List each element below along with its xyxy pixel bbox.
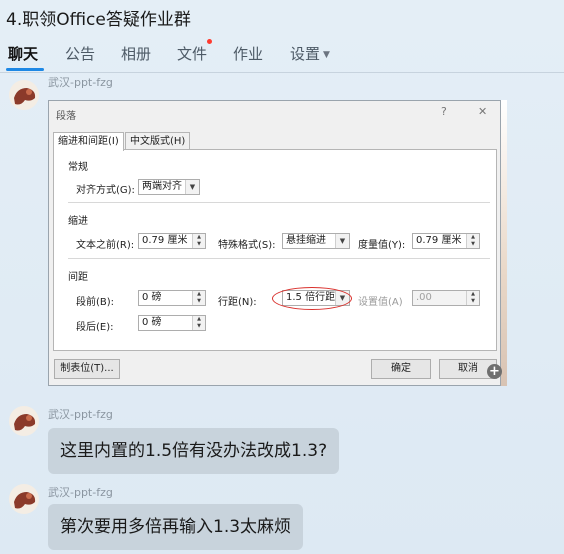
tab-chat[interactable]: 聊天 xyxy=(8,43,38,64)
at-value: .00 xyxy=(416,292,432,303)
message-bubble[interactable]: 第次要用多倍再输入1.3太麻烦 xyxy=(48,504,304,550)
before-text-label: 文本之前(R): xyxy=(76,240,135,251)
before-text-input: 0.79 厘米 ▲ ▼ xyxy=(138,233,206,249)
spin-arrows-icon: ▲ ▼ xyxy=(192,316,205,330)
tab-settings[interactable]: 设置 ▼ xyxy=(290,43,330,64)
tab-album[interactable]: 相册 xyxy=(121,43,151,64)
active-tab-indicator xyxy=(6,68,44,71)
tab-announcements[interactable]: 公告 xyxy=(65,43,95,64)
tab-homework[interactable]: 作业 xyxy=(233,43,263,64)
ok-button: 确定 xyxy=(371,359,431,379)
message-bubble[interactable]: 这里内置的1.5倍有没办法改成1.3? xyxy=(48,428,340,474)
tabs-button: 制表位(T)... xyxy=(54,359,120,379)
alignment-select: 两端对齐 ▼ xyxy=(138,179,200,195)
dialog-title: 段落 xyxy=(56,111,76,122)
chevron-down-icon: ▼ xyxy=(323,50,330,60)
line-spacing-label: 行距(N): xyxy=(218,297,257,308)
space-after-label: 段后(E): xyxy=(76,322,114,333)
divider xyxy=(68,202,490,203)
group-title: 4.职领Office答疑作业群 xyxy=(6,10,191,30)
image-message[interactable]: 段落 ? ✕ 缩进和间距(I) 中文版式(H) 常规 对齐方式(G): 两端对齐… xyxy=(48,100,507,386)
special-value: 悬挂缩进 xyxy=(286,235,326,246)
help-icon: ? xyxy=(441,105,447,118)
tab-asian-typography: 中文版式(H) xyxy=(125,132,191,150)
tab-indent-spacing: 缩进和间距(I) xyxy=(53,132,124,151)
dialog-panel: 常规 对齐方式(G): 两端对齐 ▼ 缩进 文本之前(R): 0.79 厘米 ▲… xyxy=(53,149,497,351)
tab-bar: 聊天 公告 相册 文件 作业 设置 ▼ xyxy=(0,39,564,73)
spin-arrows-icon: ▲ ▼ xyxy=(466,234,479,248)
space-before-input: 0 磅 ▲ ▼ xyxy=(138,290,206,306)
space-after-input: 0 磅 ▲ ▼ xyxy=(138,315,206,331)
avatar-image xyxy=(14,88,36,105)
space-after-value: 0 磅 xyxy=(142,317,162,328)
space-before-value: 0 磅 xyxy=(142,292,162,303)
before-text-value: 0.79 厘米 xyxy=(142,235,188,246)
highlight-ring xyxy=(272,287,352,310)
zoom-in-icon[interactable]: + xyxy=(487,364,502,379)
sender-name: 武汉-ppt-fzg xyxy=(48,76,113,89)
special-label: 特殊格式(S): xyxy=(218,240,276,251)
avatar[interactable] xyxy=(9,80,39,110)
alignment-value: 两端对齐 xyxy=(142,181,182,192)
files-unread-dot xyxy=(207,39,212,44)
avatar[interactable] xyxy=(9,406,39,436)
sender-name: 武汉-ppt-fzg xyxy=(48,408,113,421)
spin-arrows-icon: ▲ ▼ xyxy=(192,291,205,305)
spin-arrows-icon: ▲ ▼ xyxy=(466,291,479,305)
chevron-down-icon: ▼ xyxy=(335,234,349,248)
close-icon: ✕ xyxy=(478,105,488,118)
tab-files[interactable]: 文件 xyxy=(177,43,207,64)
space-before-label: 段前(B): xyxy=(76,297,115,308)
avatar-image xyxy=(14,414,36,431)
general-heading: 常规 xyxy=(68,162,88,173)
by-label: 度量值(Y): xyxy=(358,240,406,251)
by-value: 0.79 厘米 xyxy=(416,235,462,246)
paragraph-dialog-image: 段落 ? ✕ 缩进和间距(I) 中文版式(H) 常规 对齐方式(G): 两端对齐… xyxy=(48,100,501,386)
spacing-heading: 间距 xyxy=(68,272,88,283)
spin-arrows-icon: ▲ ▼ xyxy=(192,234,205,248)
tab-settings-label: 设置 xyxy=(290,45,321,63)
sender-name: 武汉-ppt-fzg xyxy=(48,486,113,499)
at-input: .00 ▲ ▼ xyxy=(412,290,480,306)
chevron-down-icon: ▼ xyxy=(185,180,199,194)
by-input: 0.79 厘米 ▲ ▼ xyxy=(412,233,480,249)
avatar-image xyxy=(14,492,36,509)
indent-heading: 缩进 xyxy=(68,216,88,227)
alignment-label: 对齐方式(G): xyxy=(76,185,135,196)
special-select: 悬挂缩进 ▼ xyxy=(282,233,350,249)
at-label: 设置值(A) xyxy=(358,297,403,308)
avatar[interactable] xyxy=(9,484,39,514)
document-background xyxy=(501,100,507,386)
divider xyxy=(68,258,490,259)
